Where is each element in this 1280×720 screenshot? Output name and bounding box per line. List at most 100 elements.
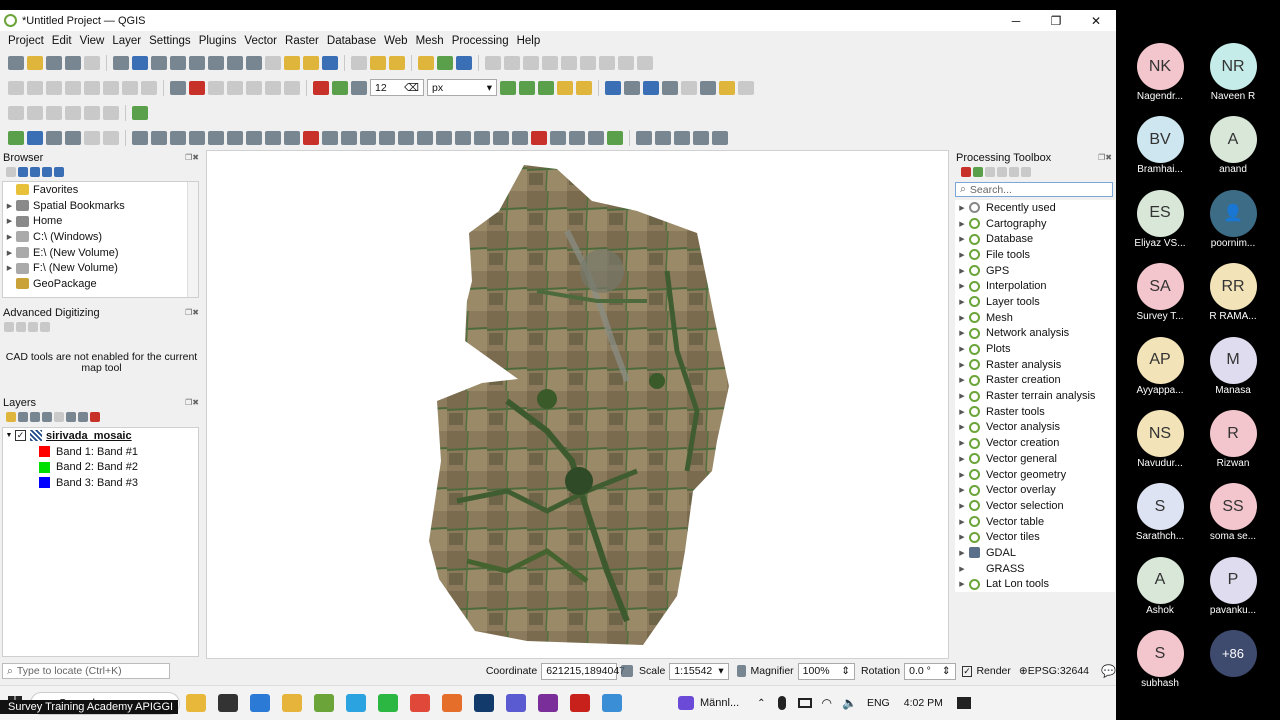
add-curve-icon[interactable] [151,130,167,145]
expand-arrow-icon[interactable]: ▶ [955,267,969,275]
avoid-overlap-icon[interactable] [519,80,535,95]
undo-digitize-icon[interactable] [84,130,100,145]
cancel-edit-icon[interactable] [531,130,547,145]
processing-provider-item[interactable]: ▶ Vector analysis [955,420,1115,436]
label-tool-icon[interactable] [542,55,558,70]
zoom-app-icon[interactable] [602,694,622,712]
attribute-table-icon[interactable] [624,80,640,95]
copy-features-icon[interactable] [122,80,138,95]
add-part-icon[interactable] [588,130,604,145]
select-by-expression-icon[interactable] [700,80,716,95]
layer-name[interactable]: sirivada_mosaic [46,430,132,442]
menu-edit[interactable]: Edit [48,35,76,47]
history-icon[interactable] [985,167,995,177]
rotation-input[interactable]: 0.0 ° ⇕ [904,662,956,680]
expand-arrow-icon[interactable]: ▶ [955,565,969,573]
processing-provider-item[interactable]: ▶ Raster analysis [955,357,1115,373]
vertex-tool-icon[interactable] [65,80,81,95]
telegram-icon[interactable] [346,694,366,712]
add-point-icon[interactable] [46,80,62,95]
expand-arrow-icon[interactable]: ▶ [955,361,969,369]
intersection-snap-icon[interactable] [557,80,573,95]
add-circle-icon[interactable] [170,130,186,145]
expand-arrow-icon[interactable]: ▶ [955,345,969,353]
delete-ring-icon[interactable] [303,130,319,145]
menu-plugins[interactable]: Plugins [195,35,241,47]
fill-ring-icon[interactable] [550,130,566,145]
processing-provider-item[interactable]: ▶ GDAL [955,545,1115,561]
expand-arrow-icon[interactable]: ▶ [955,455,969,463]
add-line-icon[interactable] [132,130,148,145]
edit-pencil-icon[interactable] [8,80,24,95]
notifications-icon[interactable] [956,697,971,709]
processing-provider-item[interactable]: ▶ Plots [955,341,1115,357]
settings-gear-icon[interactable] [643,80,659,95]
processing-provider-item[interactable]: ▶ Vector geometry [955,467,1115,483]
style-manager-icon[interactable] [738,80,754,95]
cad-enable-icon[interactable] [4,322,14,332]
annotation-icon[interactable] [485,55,501,70]
menu-settings[interactable]: Settings [145,35,195,47]
expand-arrow-icon[interactable]: ▶ [955,251,969,259]
measure-distance-icon[interactable] [636,130,652,145]
processing-provider-item[interactable]: ▶ Vector general [955,451,1115,467]
processing-provider-item[interactable]: ▶ Lat Lon tools [955,577,1115,593]
teams-icon[interactable] [506,694,526,712]
expand-arrow-icon[interactable]: ▶ [955,408,969,416]
band-item[interactable]: Band 3: Band #3 [3,475,198,491]
add-rectangle-icon[interactable] [208,130,224,145]
check-geometry-icon[interactable] [607,130,623,145]
menu-vector[interactable]: Vector [240,35,281,47]
manage-themes-icon[interactable] [30,412,40,422]
open-project-icon[interactable] [27,55,43,70]
expand-arrow-icon[interactable]: ▶ [955,314,969,322]
rotate-symbols-icon[interactable] [493,130,509,145]
expand-arrow-icon[interactable]: ▶ [955,329,969,337]
add-mesh-icon[interactable] [65,105,81,120]
participant-tile[interactable]: ES Eliyaz VS... [1123,189,1197,249]
save-edits-icon[interactable] [27,80,43,95]
processing-provider-item[interactable]: ▶ Vector selection [955,498,1115,514]
messages-icon[interactable]: 💬 [1101,664,1116,678]
add-selected-icon[interactable] [6,167,16,177]
snapping-type-icon[interactable] [351,80,367,95]
expand-arrow-icon[interactable]: ▶ [3,264,16,272]
pin-labels-icon[interactable] [561,55,577,70]
map-tips-icon[interactable] [437,55,453,70]
participant-tile[interactable]: Ppavanku... [1196,556,1270,616]
statistics-sigma-icon[interactable] [662,80,678,95]
browser-scrollbar[interactable] [187,182,198,297]
expand-arrow-icon[interactable]: ▶ [955,282,969,290]
edge-icon[interactable] [250,694,270,712]
add-layer-icon[interactable] [8,105,24,120]
participant-tile[interactable]: Aanand [1196,116,1270,175]
task-view-icon[interactable] [218,694,238,712]
processing-options-icon[interactable] [1021,167,1031,177]
add-raster-icon[interactable] [46,105,62,120]
expand-arrow-icon[interactable]: ▶ [955,549,969,557]
zoom-in-icon[interactable] [151,55,167,70]
processing-provider-item[interactable]: ▶ GRASS [955,561,1115,577]
coordinate-field[interactable]: 621215,1894047 [541,662,625,680]
snapping-mode-icon[interactable] [332,80,348,95]
expand-arrow-icon[interactable]: ▶ [3,249,16,257]
zoom-last-icon[interactable] [265,55,281,70]
deselect-icon[interactable] [389,55,405,70]
zoom-out-icon[interactable] [170,55,186,70]
toggle-extents-icon[interactable] [621,665,634,677]
select-features-icon[interactable] [370,55,386,70]
expand-arrow-icon[interactable]: ▶ [955,376,969,384]
expand-arrow-icon[interactable]: ▶ [955,392,969,400]
participant-tile[interactable]: 👤 poornim... [1196,189,1270,249]
panel-close-icon[interactable]: ❐✖ [185,398,199,407]
add-delimited-icon[interactable] [84,105,100,120]
map-canvas[interactable] [206,150,949,659]
save-as-icon[interactable] [65,55,81,70]
chrome-icon[interactable] [410,694,430,712]
tracing-icon[interactable] [576,80,592,95]
expand-arrow-icon[interactable]: ▶ [955,423,969,431]
participant-tile[interactable]: SA Survey T... [1123,263,1197,322]
processing-provider-item[interactable]: ▶ Layer tools [955,294,1115,310]
python-console-icon[interactable] [132,105,148,120]
terminal-icon[interactable] [474,694,494,712]
